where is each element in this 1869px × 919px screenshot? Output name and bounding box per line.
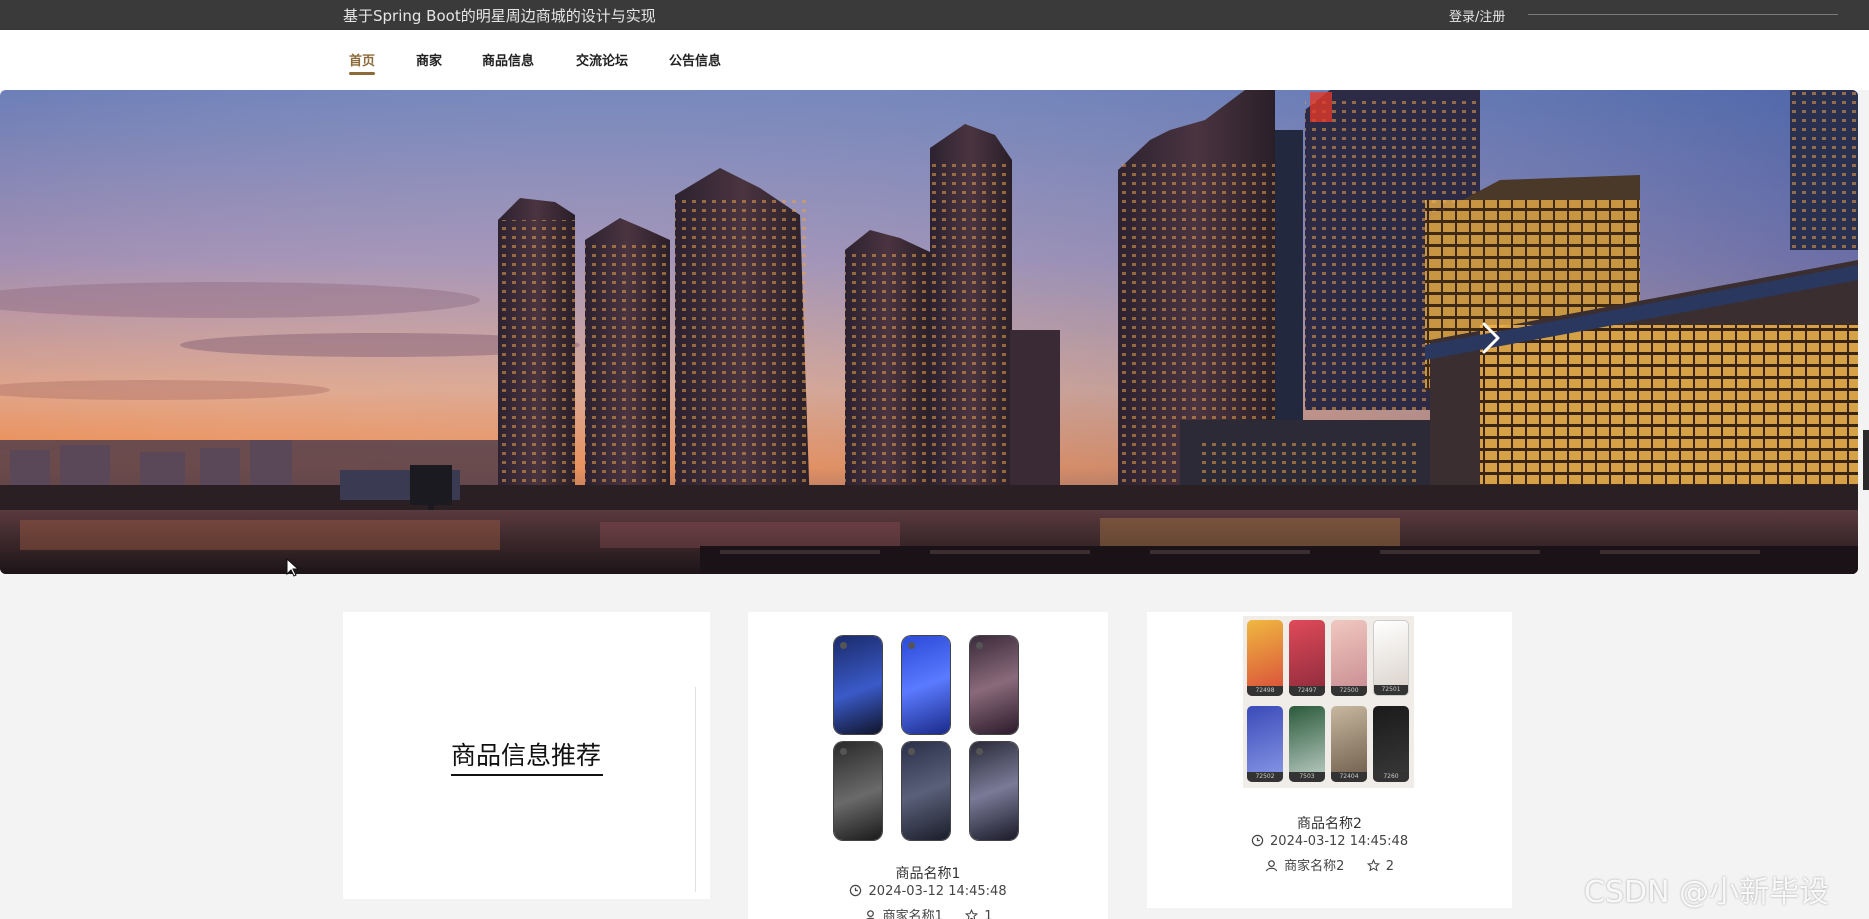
nav-item-label: 公告信息 [669,54,722,69]
product-card[interactable]: 72498 72497 72500 72501 72502 7503 72404… [1147,612,1512,908]
phone-case-thumb [902,742,950,840]
phone-case-thumb: 72502 [1247,706,1283,782]
nav-item-home[interactable]: 首页 [349,50,376,75]
nav-item-label: 交流论坛 [576,54,629,69]
nav-item-label: 商家 [416,54,443,69]
section-title: 商品信息推荐 [451,741,602,770]
scrollbar-thumb[interactable] [1863,430,1869,490]
product-time: 2024-03-12 14:45:48 [868,884,1007,899]
top-bar: 基于Spring Boot的明星周边商城的设计与实现 登录/注册 [0,0,1869,30]
mouse-cursor-icon [286,558,300,577]
section-title-underline [451,774,603,776]
phone-case-thumb: 72404 [1331,706,1367,782]
phone-case-thumb [834,636,882,734]
phone-case-thumb: 72500 [1331,620,1367,696]
phone-case-thumb: 7503 [1289,706,1325,782]
product-time-row: 2024-03-12 14:45:48 [1147,834,1512,849]
product-name[interactable]: 商品名称2 [1147,813,1512,833]
product-image[interactable] [834,636,1024,848]
site-title: 基于Spring Boot的明星周边商城的设计与实现 [343,7,656,25]
nav-item-merchants[interactable]: 商家 [416,50,442,69]
product-shop-name: 商家名称2 [1284,859,1345,874]
phone-case-thumb [970,742,1018,840]
phone-case-thumb [834,742,882,840]
phone-case-thumb: 72497 [1289,620,1325,696]
product-favorites-count: 2 [1385,859,1394,874]
hero-banner[interactable] [0,90,1858,574]
product-info-row: 商家名称1 1 [748,905,1108,919]
star-icon [1366,859,1380,872]
product-time-row: 2024-03-12 14:45:48 [748,884,1108,899]
product-info-row: 商家名称2 2 [1147,855,1512,874]
nav-item-products[interactable]: 商品信息 [482,50,534,69]
phone-case-thumb: 72498 [1247,620,1283,696]
nav-active-indicator [349,72,376,75]
phone-case-thumb [970,636,1018,734]
clock-icon [850,884,862,897]
product-shop-name: 商家名称1 [882,909,943,919]
user-icon [865,910,875,919]
banner-next-button[interactable] [1476,318,1506,358]
watermark: CSDN @小新毕设 [1584,875,1830,910]
city-skyline-image [0,90,1858,574]
clock-icon [1251,834,1264,847]
card-divider [695,687,696,892]
login-register-link[interactable]: 登录/注册 [1449,6,1505,25]
top-bar-divider [1528,14,1838,15]
nav-item-forum[interactable]: 交流论坛 [576,50,628,69]
chevron-right-icon [1482,322,1500,354]
phone-case-thumb [902,636,950,734]
product-image[interactable]: 72498 72497 72500 72501 72502 7503 72404… [1243,616,1414,788]
product-name[interactable]: 商品名称1 [748,863,1108,883]
product-card[interactable]: 商品名称1 2024-03-12 14:45:48 商家名称1 1 [748,612,1108,919]
recommend-card: 商品信息推荐 [343,612,710,899]
star-icon [965,909,979,919]
main-nav: 首页 商家 商品信息 交流论坛 公告信息 [0,30,1869,90]
nav-item-label: 商品信息 [482,54,535,69]
user-icon [1265,860,1278,872]
nav-item-announcements[interactable]: 公告信息 [669,50,721,69]
nav-item-label: 首页 [349,54,376,69]
phone-case-thumb: 72501 [1373,620,1409,696]
phone-case-thumb: 7260 [1373,706,1409,782]
product-time: 2024-03-12 14:45:48 [1270,834,1409,849]
product-favorites-count: 1 [984,909,993,919]
